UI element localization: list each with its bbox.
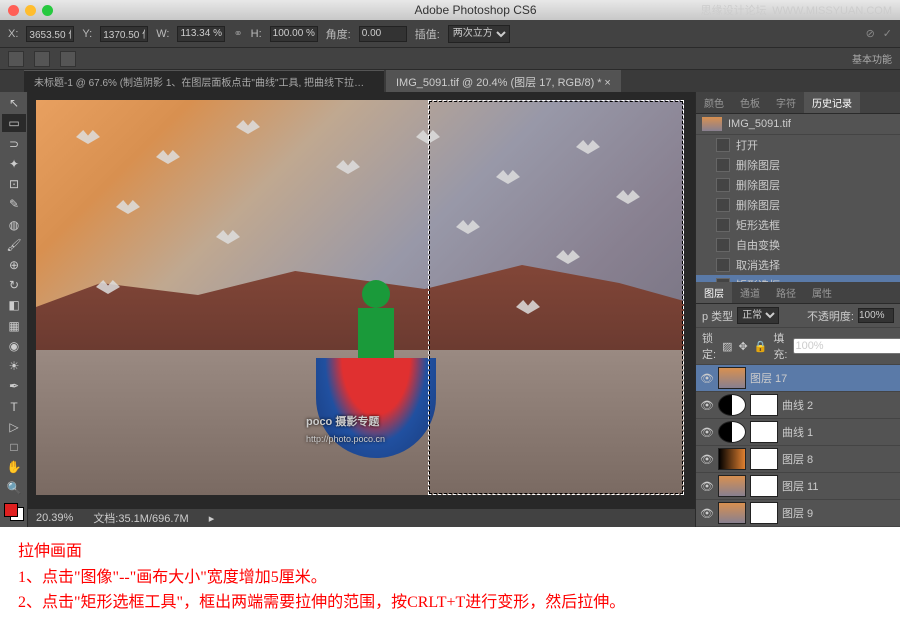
watermark-poco: poco 摄影专题http://photo.poco.cn bbox=[306, 412, 385, 445]
zoom-tool[interactable]: 🔍 bbox=[2, 478, 26, 496]
history-item[interactable]: 自由变换 bbox=[696, 235, 900, 255]
canvas-area[interactable]: poco 摄影专题http://photo.poco.cn bbox=[28, 92, 695, 527]
y-input[interactable] bbox=[100, 26, 148, 42]
shape-tool[interactable]: □ bbox=[2, 438, 26, 456]
history-item[interactable]: 删除图层 bbox=[696, 195, 900, 215]
tab-color[interactable]: 颜色 bbox=[696, 92, 732, 113]
tab-swatches[interactable]: 色板 bbox=[732, 92, 768, 113]
layer-row[interactable]: 👁图层 8 bbox=[696, 446, 900, 473]
tab-doc-2[interactable]: IMG_5091.tif @ 20.4% (图层 17, RGB/8) * × bbox=[386, 70, 621, 93]
hand-tool[interactable]: ✋ bbox=[2, 458, 26, 476]
color-swatch[interactable] bbox=[4, 503, 24, 521]
history-snapshot[interactable]: IMG_5091.tif bbox=[696, 114, 900, 135]
layer-row[interactable]: 👁曲线 1 bbox=[696, 419, 900, 446]
tab-character[interactable]: 字符 bbox=[768, 92, 804, 113]
commit-icon[interactable]: ✓ bbox=[883, 27, 892, 40]
marquee-selection[interactable] bbox=[428, 100, 684, 495]
cancel-icon[interactable]: ⊘ bbox=[866, 27, 875, 40]
dodge-tool[interactable]: ☀ bbox=[2, 357, 26, 375]
x-input[interactable] bbox=[26, 26, 74, 42]
lock-position-icon[interactable]: ✥ bbox=[738, 340, 747, 353]
move-tool[interactable]: ↖ bbox=[2, 94, 26, 112]
instructions: 拉伸画面 1、点击"图像"--"画布大小"宽度增加5厘米。 2、点击"矩形选框工… bbox=[0, 527, 900, 628]
options-bar-2: 基本功能 bbox=[0, 48, 900, 70]
workspace-label[interactable]: 基本功能 bbox=[852, 51, 892, 66]
visibility-icon[interactable]: 👁 bbox=[700, 399, 714, 412]
fill-input[interactable] bbox=[793, 338, 900, 354]
close-icon[interactable] bbox=[8, 5, 19, 16]
layer-row[interactable]: 👁图层 11 bbox=[696, 473, 900, 500]
close-tab-icon[interactable]: × bbox=[604, 77, 610, 89]
marquee-rect-icon[interactable] bbox=[34, 51, 50, 67]
zoom-level[interactable]: 20.39% bbox=[36, 512, 73, 524]
pen-tool[interactable]: ✒ bbox=[2, 377, 26, 395]
eyedropper-tool[interactable]: ✎ bbox=[2, 195, 26, 213]
toolbar: ↖ ▭ ⊃ ✦ ⊡ ✎ ◍ 🖌 ⊕ ↻ ◧ ▦ ◉ ☀ ✒ T ▷ □ ✋ 🔍 bbox=[0, 92, 28, 527]
tab-channels[interactable]: 通道 bbox=[732, 282, 768, 303]
history-panel: IMG_5091.tif 打开删除图层删除图层删除图层矩形选框自由变换取消选择矩… bbox=[696, 114, 900, 282]
lock-pixels-icon[interactable]: ▨ bbox=[722, 340, 732, 353]
maximize-icon[interactable] bbox=[42, 5, 53, 16]
interp-select[interactable]: 两次立方 bbox=[448, 25, 510, 43]
visibility-icon[interactable]: 👁 bbox=[700, 453, 714, 466]
blend-mode-select[interactable]: 正常 bbox=[737, 307, 779, 324]
tab-properties[interactable]: 属性 bbox=[804, 282, 840, 303]
options-bar: X: Y: W: ⚭ H: 角度: 插值:两次立方 ⊘ ✓ bbox=[0, 20, 900, 48]
history-item[interactable]: 取消选择 bbox=[696, 255, 900, 275]
lock-all-icon[interactable]: 🔒 bbox=[754, 340, 768, 353]
history-brush-tool[interactable]: ↻ bbox=[2, 276, 26, 294]
path-tool[interactable]: ▷ bbox=[2, 418, 26, 436]
instructions-title: 拉伸画面 bbox=[18, 539, 882, 565]
marquee-ellipse-icon[interactable] bbox=[60, 51, 76, 67]
tab-paths[interactable]: 路径 bbox=[768, 282, 804, 303]
instructions-line-2: 2、点击"矩形选框工具"，框出两端需要拉伸的范围，按CRLT+T进行变形，然后拉… bbox=[18, 590, 882, 616]
visibility-icon[interactable]: 👁 bbox=[700, 480, 714, 493]
watermark: 思缘设计论坛 WWW.MISSYUAN.COM bbox=[701, 2, 892, 18]
h-input[interactable] bbox=[270, 26, 318, 42]
angle-input[interactable] bbox=[359, 26, 407, 42]
lasso-tool[interactable]: ⊃ bbox=[2, 134, 26, 152]
stamp-tool[interactable]: ⊕ bbox=[2, 256, 26, 274]
brush-tool[interactable]: 🖌 bbox=[2, 236, 26, 254]
visibility-icon[interactable]: 👁 bbox=[700, 507, 714, 520]
minimize-icon[interactable] bbox=[25, 5, 36, 16]
layer-row[interactable]: 👁图层 9 bbox=[696, 500, 900, 527]
visibility-icon[interactable]: 👁 bbox=[700, 426, 714, 439]
w-input[interactable] bbox=[177, 26, 225, 42]
blur-tool[interactable]: ◉ bbox=[2, 337, 26, 355]
history-item[interactable]: 删除图层 bbox=[696, 175, 900, 195]
document-tabs: 未标题-1 @ 67.6% (制造阴影 1、在图层面板点击"曲线"工具, 把曲线… bbox=[0, 70, 900, 92]
crop-tool[interactable]: ⊡ bbox=[2, 175, 26, 193]
chevron-right-icon[interactable]: ▸ bbox=[209, 512, 215, 525]
tab-layers[interactable]: 图层 bbox=[696, 282, 732, 303]
history-item[interactable]: 矩形选框 bbox=[696, 275, 900, 282]
heal-tool[interactable]: ◍ bbox=[2, 215, 26, 233]
history-item[interactable]: 删除图层 bbox=[696, 155, 900, 175]
visibility-icon[interactable]: 👁 bbox=[700, 372, 714, 385]
tool-preset-icon[interactable] bbox=[8, 51, 24, 67]
wand-tool[interactable]: ✦ bbox=[2, 155, 26, 173]
layer-row[interactable]: 👁图层 17 bbox=[696, 365, 900, 392]
tab-doc-1[interactable]: 未标题-1 @ 67.6% (制造阴影 1、在图层面板点击"曲线"工具, 把曲线… bbox=[24, 70, 384, 92]
eraser-tool[interactable]: ◧ bbox=[2, 296, 26, 314]
opacity-input[interactable] bbox=[858, 308, 894, 323]
layer-row[interactable]: 👁曲线 2 bbox=[696, 392, 900, 419]
history-item[interactable]: 打开 bbox=[696, 135, 900, 155]
type-tool[interactable]: T bbox=[2, 398, 26, 416]
gradient-tool[interactable]: ▦ bbox=[2, 317, 26, 335]
marquee-tool[interactable]: ▭ bbox=[2, 114, 26, 132]
panels: 颜色 色板 字符 历史记录 IMG_5091.tif 打开删除图层删除图层删除图… bbox=[695, 92, 900, 527]
status-bar: 20.39% 文档:35.1M/696.7M ▸ bbox=[28, 509, 695, 527]
link-icon[interactable]: ⚭ bbox=[233, 27, 242, 40]
doc-size: 文档:35.1M/696.7M bbox=[93, 510, 188, 526]
layers-panel: 👁图层 17👁曲线 2👁曲线 1👁图层 8👁图层 11👁图层 9👁图层 10👁色… bbox=[696, 365, 900, 527]
history-item[interactable]: 矩形选框 bbox=[696, 215, 900, 235]
tab-history[interactable]: 历史记录 bbox=[804, 92, 860, 113]
instructions-line-1: 1、点击"图像"--"画布大小"宽度增加5厘米。 bbox=[18, 565, 882, 591]
